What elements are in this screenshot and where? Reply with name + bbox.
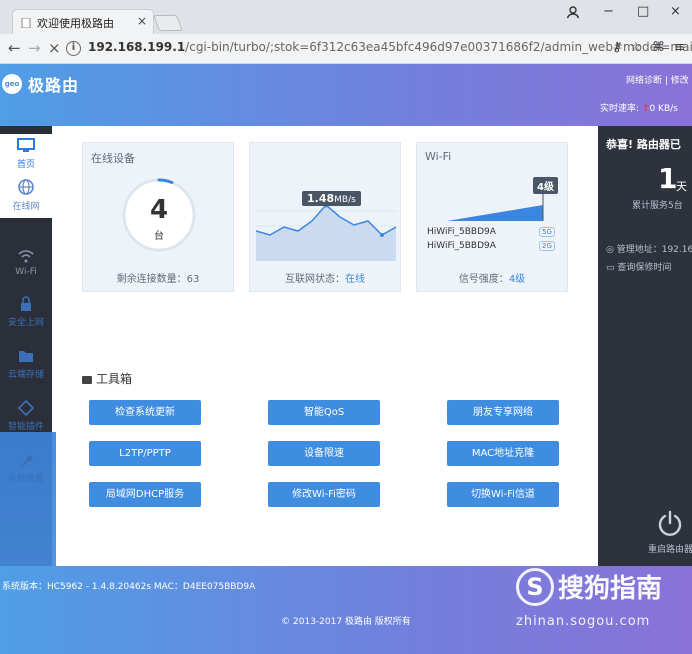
watermark-brand: 搜狗指南 [558, 574, 663, 604]
card-icon: ▭ [606, 263, 618, 273]
sidebar-item-label: 在线网 [12, 202, 40, 212]
browser-toolbar: ← → × i 192.168.199.1/cgi-bin/turbo/;sto… [0, 34, 692, 64]
wifi-icon [18, 250, 34, 263]
new-tab-button[interactable] [153, 15, 183, 31]
realtime-speed: 实时速率: ↑0 KB/s [600, 104, 678, 114]
uptime-days: 1 [658, 162, 678, 195]
remaining-connections: 剩余连接数量：63 [116, 274, 200, 285]
menu-icon[interactable]: ≡ [674, 40, 685, 55]
signal-strength: 信号强度：4级 [458, 274, 526, 285]
page-header: geo 极路由 网络诊断 | 修改 实时速率: ↑0 KB/s [0, 64, 692, 126]
forward-icon[interactable]: → [28, 39, 41, 57]
band-badge-2g: 2G [539, 241, 555, 251]
tab-title: 欢迎使用极路由 [37, 17, 114, 30]
monitor-icon [17, 138, 35, 152]
browser-tabstrip: 欢迎使用极路由 × − □ × [0, 0, 692, 35]
reload-icon[interactable]: × [48, 39, 61, 57]
info-icon[interactable]: i [66, 41, 81, 56]
congrats-text: 恭喜! 路由器已 [606, 138, 681, 151]
sidebar-item-label: 安全上网 [7, 318, 44, 328]
sidebar-item-label: 云端存储 [7, 370, 44, 380]
internet-status-value[interactable]: 在线 [345, 274, 365, 285]
lan-dhcp-button[interactable]: 局域网DHCP服务 [89, 482, 201, 507]
card-title: Wi-Fi [425, 150, 452, 163]
online-devices-card[interactable]: 在线设备 4 台 剩余连接数量：63 [82, 142, 234, 292]
extension-icon[interactable]: ⌘ [652, 40, 665, 55]
address-bar[interactable]: i 192.168.199.1/cgi-bin/turbo/;stok=6f31… [66, 38, 692, 60]
change-wifi-password-button[interactable]: 修改Wi-Fi密码 [268, 482, 380, 507]
uptime-unit: 天 [676, 180, 687, 193]
toolbox-heading: 工具箱 [82, 370, 132, 387]
globe-icon [18, 179, 34, 195]
power-icon[interactable] [656, 510, 684, 538]
ssid-5g: HiWiFi_5BBD9A [427, 227, 496, 237]
sidebar-item-wifi[interactable]: Wi-Fi [0, 244, 52, 284]
minimize-button[interactable]: − [603, 4, 614, 19]
sidebar-item-security[interactable]: 安全上网 [0, 292, 52, 332]
sidebar-item-online[interactable]: 在线网 [0, 174, 52, 218]
device-speed-limit-button[interactable]: 设备限速 [268, 441, 380, 466]
document-icon [21, 18, 31, 28]
url-text[interactable]: 192.168.199.1/cgi-bin/turbo/;stok=6f312c… [88, 40, 692, 54]
system-version: 系统版本：HC5962 - 1.4.8.20462s MAC：D4EE075BB… [2, 582, 256, 592]
signal-level-badge: 4级 [533, 177, 558, 194]
card-title: 在线设备 [91, 152, 135, 165]
sidebar-item-storage[interactable]: 云端存储 [0, 344, 52, 384]
smart-qos-button[interactable]: 智能QoS [268, 400, 380, 425]
folder-icon [19, 351, 33, 362]
watermark-logo-icon: S [516, 568, 554, 606]
brand-logo: geo [2, 74, 22, 94]
device-count: 4 [149, 195, 169, 225]
switch-wifi-channel-button[interactable]: 切换Wi-Fi信道 [447, 482, 559, 507]
circle-icon: ◎ [606, 245, 617, 255]
watermark-url: zhinan.sogou.com [516, 614, 651, 629]
ssid-2g: HiWiFi_5BBD9A [427, 241, 496, 251]
sidebar-item-plugins[interactable]: 智能插件 [0, 396, 52, 436]
speed-badge: 1.48MB/s [302, 191, 361, 206]
warranty-link[interactable]: ▭ 查询保修时间 [606, 260, 671, 273]
sidebar-item-settings[interactable]: 系统设置 [0, 448, 52, 488]
toolbox-icon [82, 375, 92, 384]
plugin-icon [17, 400, 35, 416]
mac-clone-button[interactable]: MAC地址克隆 [447, 441, 559, 466]
back-icon[interactable]: ← [8, 39, 21, 57]
sidebar: 首页 在线网 Wi-Fi 安全上网 云端存储 智能插件 系统设置 [0, 126, 56, 654]
lock-icon [21, 296, 31, 311]
wifi-card[interactable]: Wi-Fi 4级 HiWiFi_5BBD9A 5G HiWiFi_5BBD9A … [416, 142, 568, 292]
band-badge-5g: 5G [539, 227, 555, 237]
maximize-button[interactable]: □ [637, 4, 649, 19]
tab-close-icon[interactable]: × [137, 14, 147, 28]
user-icon[interactable] [566, 5, 580, 19]
star-icon[interactable]: ☆ [630, 40, 642, 55]
sidebar-item-label: 智能插件 [7, 422, 44, 432]
restart-router-label[interactable]: 重启路由器 [648, 542, 692, 555]
key-icon[interactable]: ⚷ [612, 40, 622, 55]
sidebar-item-label: Wi-Fi [15, 267, 37, 277]
header-links[interactable]: 网络诊断 | 修改 [626, 73, 689, 86]
check-update-button[interactable]: 检查系统更新 [89, 400, 201, 425]
brand-name: 极路由 [28, 76, 80, 95]
internet-status-card[interactable]: 1.48MB/s 互联网状态：在线 [249, 142, 401, 292]
router-status-panel: 恭喜! 路由器已 1 天 累计服务5台 ◎ 管理地址：192.16 ▭ 查询保修… [598, 126, 692, 566]
close-window-button[interactable]: × [670, 4, 681, 19]
management-address: ◎ 管理地址：192.16 [606, 245, 692, 255]
browser-tab[interactable]: 欢迎使用极路由 × [12, 9, 154, 35]
sidebar-item-home[interactable]: 首页 [0, 134, 52, 174]
internet-status: 互联网状态：在线 [285, 274, 365, 285]
wrench-icon [20, 455, 33, 468]
device-unit: 台 [154, 231, 164, 242]
service-count: 累计服务5台 [632, 201, 683, 211]
sidebar-item-label: 系统设置 [7, 474, 44, 484]
friend-network-button[interactable]: 朋友专享网络 [447, 400, 559, 425]
sidebar-item-label: 首页 [16, 160, 35, 170]
l2tp-pptp-button[interactable]: L2TP/PPTP [89, 441, 201, 466]
